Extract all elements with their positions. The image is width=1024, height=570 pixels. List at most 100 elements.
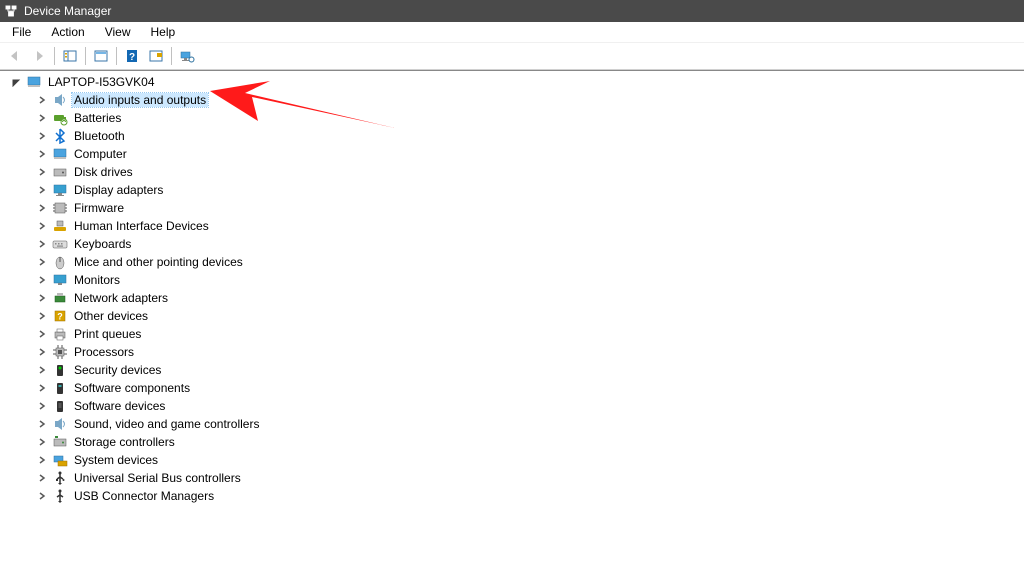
tree-item-label[interactable]: USB Connector Managers	[72, 489, 216, 503]
tree-item[interactable]: Disk drives	[4, 163, 1020, 181]
chevron-right-icon[interactable]	[36, 148, 48, 160]
tree-item-label[interactable]: Software components	[72, 381, 192, 395]
tree-item-label[interactable]: Network adapters	[72, 291, 170, 305]
svg-text:?: ?	[129, 52, 135, 63]
devices-by-type-button[interactable]	[176, 45, 198, 67]
tree-item[interactable]: Mice and other pointing devices	[4, 253, 1020, 271]
toolbar-separator	[85, 47, 86, 65]
tree-item[interactable]: Other devices	[4, 307, 1020, 325]
chevron-right-icon[interactable]	[36, 256, 48, 268]
chevron-right-icon[interactable]	[36, 382, 48, 394]
chevron-right-icon[interactable]	[36, 472, 48, 484]
chevron-right-icon[interactable]	[36, 112, 48, 124]
tree-item-label[interactable]: Mice and other pointing devices	[72, 255, 245, 269]
tree-item[interactable]: Computer	[4, 145, 1020, 163]
chevron-right-icon[interactable]	[36, 238, 48, 250]
title-bar: Device Manager	[0, 0, 1024, 22]
chevron-right-icon[interactable]	[36, 310, 48, 322]
tree-item[interactable]: Firmware	[4, 199, 1020, 217]
chevron-right-icon[interactable]	[36, 418, 48, 430]
chevron-down-icon[interactable]	[10, 76, 22, 88]
tree-item[interactable]: Batteries	[4, 109, 1020, 127]
battery-icon	[52, 110, 68, 126]
chevron-right-icon[interactable]	[36, 400, 48, 412]
bluetooth-icon	[52, 128, 68, 144]
chevron-right-icon[interactable]	[36, 328, 48, 340]
tree-item[interactable]: Print queues	[4, 325, 1020, 343]
network-icon	[52, 290, 68, 306]
chevron-right-icon[interactable]	[36, 454, 48, 466]
tree-item[interactable]: Keyboards	[4, 235, 1020, 253]
show-hide-tree-button[interactable]	[59, 45, 81, 67]
chevron-right-icon[interactable]	[36, 94, 48, 106]
tree-item[interactable]: Human Interface Devices	[4, 217, 1020, 235]
chevron-right-icon[interactable]	[36, 364, 48, 376]
tree-item[interactable]: Display adapters	[4, 181, 1020, 199]
chevron-right-icon[interactable]	[36, 184, 48, 196]
tree-item[interactable]: Monitors	[4, 271, 1020, 289]
device-tree[interactable]: LAPTOP-I53GVK04 Audio inputs and outputs…	[0, 70, 1024, 570]
tree-item-label[interactable]: Firmware	[72, 201, 126, 215]
tree-root[interactable]: LAPTOP-I53GVK04	[4, 73, 1020, 91]
monitor-icon	[52, 272, 68, 288]
usb-icon	[52, 470, 68, 486]
tree-item[interactable]: Bluetooth	[4, 127, 1020, 145]
tree-item-label[interactable]: Other devices	[72, 309, 150, 323]
back-button	[4, 45, 26, 67]
help-button[interactable]: ?	[121, 45, 143, 67]
tree-item[interactable]: System devices	[4, 451, 1020, 469]
tree-item-label[interactable]: Human Interface Devices	[72, 219, 211, 233]
scan-hardware-button[interactable]	[145, 45, 167, 67]
tree-item-label[interactable]: Bluetooth	[72, 129, 127, 143]
tree-item-label[interactable]: Batteries	[72, 111, 123, 125]
tree-item-label[interactable]: Security devices	[72, 363, 163, 377]
tree-item-label[interactable]: Disk drives	[72, 165, 135, 179]
tree-item[interactable]: USB Connector Managers	[4, 487, 1020, 505]
tree-item[interactable]: Software components	[4, 379, 1020, 397]
menu-help[interactable]: Help	[143, 23, 184, 41]
tree-item[interactable]: Processors	[4, 343, 1020, 361]
tree-item[interactable]: Network adapters	[4, 289, 1020, 307]
tree-item-label[interactable]: Computer	[72, 147, 129, 161]
tree-item[interactable]: Security devices	[4, 361, 1020, 379]
chevron-right-icon[interactable]	[36, 220, 48, 232]
tree-item-label[interactable]: Audio inputs and outputs	[72, 93, 208, 107]
cpu-icon	[52, 344, 68, 360]
tree-item[interactable]: Audio inputs and outputs	[4, 91, 1020, 109]
tree-item[interactable]: Software devices	[4, 397, 1020, 415]
computer-icon	[52, 146, 68, 162]
hid-icon	[52, 218, 68, 234]
tree-item-label[interactable]: Universal Serial Bus controllers	[72, 471, 243, 485]
tree-item[interactable]: Sound, video and game controllers	[4, 415, 1020, 433]
tree-item-label[interactable]: Keyboards	[72, 237, 133, 251]
toolbar-separator	[171, 47, 172, 65]
computer-root-icon	[26, 74, 42, 90]
chevron-right-icon[interactable]	[36, 166, 48, 178]
tree-item-label[interactable]: Storage controllers	[72, 435, 177, 449]
tree-item[interactable]: Universal Serial Bus controllers	[4, 469, 1020, 487]
storage-icon	[52, 434, 68, 450]
chevron-right-icon[interactable]	[36, 274, 48, 286]
tree-item-label[interactable]: System devices	[72, 453, 160, 467]
menu-view[interactable]: View	[97, 23, 139, 41]
mouse-icon	[52, 254, 68, 270]
tree-item-label[interactable]: Display adapters	[72, 183, 165, 197]
device-manager-icon	[4, 4, 18, 18]
tree-item-label[interactable]: Print queues	[72, 327, 143, 341]
chevron-right-icon[interactable]	[36, 292, 48, 304]
menu-action[interactable]: Action	[43, 23, 92, 41]
tree-item[interactable]: Storage controllers	[4, 433, 1020, 451]
menu-bar: File Action View Help	[0, 22, 1024, 43]
properties-button[interactable]	[90, 45, 112, 67]
tree-root-label[interactable]: LAPTOP-I53GVK04	[46, 75, 157, 89]
chevron-right-icon[interactable]	[36, 436, 48, 448]
chevron-right-icon[interactable]	[36, 202, 48, 214]
tree-item-label[interactable]: Processors	[72, 345, 136, 359]
menu-file[interactable]: File	[4, 23, 39, 41]
tree-item-label[interactable]: Monitors	[72, 273, 122, 287]
tree-item-label[interactable]: Sound, video and game controllers	[72, 417, 261, 431]
tree-item-label[interactable]: Software devices	[72, 399, 167, 413]
chevron-right-icon[interactable]	[36, 346, 48, 358]
chevron-right-icon[interactable]	[36, 130, 48, 142]
chevron-right-icon[interactable]	[36, 490, 48, 502]
